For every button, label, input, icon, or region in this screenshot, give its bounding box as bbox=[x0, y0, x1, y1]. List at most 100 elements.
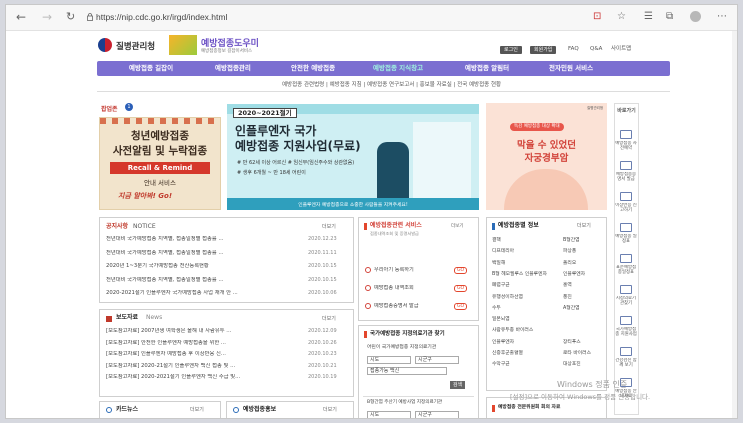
info-vaccine-item[interactable]: 인플루엔자 bbox=[492, 339, 552, 346]
clinic-search-button[interactable]: 검색 bbox=[450, 381, 465, 389]
promo-more-link[interactable]: 더보기 bbox=[323, 407, 337, 414]
flu-banner[interactable]: 2020~2021절기 인플루엔자 국가 예방접종 지원사업(무료) # 만 6… bbox=[227, 104, 479, 210]
info-vaccine-item[interactable]: 유행성이하선염 bbox=[492, 294, 552, 301]
info-vaccine-item[interactable]: 폴리오 bbox=[563, 260, 605, 267]
quick-menu-item-label[interactable]: 표준예방접종일정표 bbox=[615, 265, 637, 280]
expert-title[interactable]: 예방접종 전문위원회 회의 자료 bbox=[498, 404, 560, 412]
address-bar[interactable]: https://nip.cdc.go.kr/irgd/index.html bbox=[96, 10, 227, 24]
popup-banner[interactable]: 청년예방접종 사전알림 및 누락접종 Recall & Remind 안내 서비… bbox=[99, 117, 221, 210]
info-vaccine-item[interactable]: A형간염 bbox=[563, 305, 605, 312]
sido-select[interactable]: 시도 bbox=[367, 356, 411, 364]
info-vaccine-item[interactable]: 대상포진 bbox=[563, 361, 605, 368]
forward-icon[interactable]: → bbox=[42, 10, 52, 24]
notice-row-title[interactable]: 2020-2021절기 인플루엔자 국가예방접종 사업 재개 안 ... bbox=[106, 290, 296, 297]
info-more-link[interactable]: 더보기 bbox=[577, 223, 591, 230]
service-item-label[interactable]: 예방접종증명서 발급 bbox=[374, 303, 419, 310]
quick-menu-item-label[interactable]: 예방접종 사전예약 bbox=[615, 141, 637, 156]
service-go-button[interactable]: GO bbox=[454, 302, 467, 310]
info-vaccine-item[interactable]: 파상풍 bbox=[563, 248, 605, 255]
press-row-title[interactable]: [보도참고자료] 안전한 인플루엔자 예방접종을 위한 ... bbox=[106, 340, 302, 347]
cardnews-title[interactable]: 카드뉴스 bbox=[116, 406, 138, 414]
nav-item-civil-service[interactable]: 전자민원 서비스 bbox=[549, 61, 593, 76]
nav-item-safety[interactable]: 안전한 예방접종 bbox=[291, 61, 335, 76]
scrollbar[interactable] bbox=[732, 31, 737, 418]
clinic-option-child[interactable]: 어린이 국가예방접종 지정의료기관 bbox=[367, 344, 436, 351]
info-vaccine-item[interactable]: 수막구균 bbox=[492, 361, 552, 368]
more-menu-icon[interactable]: ⋯ bbox=[717, 11, 727, 23]
info-vaccine-item[interactable]: 일본뇌염 bbox=[492, 316, 552, 323]
cervical-banner[interactable]: 질병관리청 독감 예방접종 대상 확대 막을 수 있었던 자궁경부암 bbox=[486, 103, 607, 210]
quick-menu-item-label[interactable]: 지정의료기관찾기 bbox=[615, 296, 637, 311]
quick-menu-item-label[interactable]: 예방접종 일정표 bbox=[615, 234, 637, 249]
refresh-icon[interactable]: ↻ bbox=[66, 10, 75, 24]
quick-menu-item-label[interactable]: 건강검진 함께 보기 bbox=[615, 358, 637, 373]
press-row-title[interactable]: [보도참고자료] 2020-2021절기 인플루엔자 백신 수급 및... bbox=[106, 374, 302, 381]
info-vaccine-item[interactable]: 홍역 bbox=[563, 282, 605, 289]
info-vaccine-item[interactable]: 로타 바이러스 bbox=[563, 350, 605, 357]
faq-link[interactable]: FAQ bbox=[568, 46, 579, 53]
sitemap-link[interactable]: 사이트맵 bbox=[611, 46, 631, 53]
cardnews-more-link[interactable]: 더보기 bbox=[190, 407, 204, 414]
sido-select-2[interactable]: 시도 bbox=[367, 411, 411, 418]
nip-logo-icon[interactable] bbox=[169, 35, 197, 55]
quick-menu-item-label[interactable]: 국가예방접종 지원사업 bbox=[615, 327, 637, 342]
press-row-title[interactable]: [보도참고자료] 인플루엔자 예방접종 후 이상반응 신... bbox=[106, 351, 302, 358]
profile-avatar[interactable] bbox=[690, 11, 701, 22]
tracking-icon[interactable]: ⊡ bbox=[593, 11, 601, 23]
service-go-button[interactable]: GO bbox=[454, 266, 467, 274]
kdca-name[interactable]: 질병관리청 bbox=[116, 40, 155, 52]
info-vaccine-item[interactable]: B형 헤모필루스 인플루엔자 bbox=[492, 271, 552, 278]
kdca-logo-icon[interactable] bbox=[98, 38, 112, 52]
favorites-list-icon[interactable]: ☰ bbox=[644, 11, 653, 23]
info-vaccine-item[interactable]: 결핵 bbox=[492, 237, 552, 244]
notice-row-title[interactable]: 전년대비 국가예방접종 지역별, 접종일정별 접종률 ... bbox=[106, 277, 296, 284]
service-item-label[interactable]: 예방접종 내역조회 bbox=[374, 285, 414, 292]
info-vaccine-item[interactable]: 신증후군출혈열 bbox=[492, 350, 552, 357]
promo-title[interactable]: 예방접종홍보 bbox=[243, 406, 276, 414]
nav-item-guide[interactable]: 예방접종 길잡이 bbox=[129, 61, 173, 76]
popup-nav-icon[interactable]: 1 bbox=[125, 103, 133, 111]
service-more-link[interactable]: 더보기 bbox=[451, 223, 463, 230]
nav-item-knowledge[interactable]: 예방접종 지식창고 bbox=[373, 61, 423, 76]
service-title[interactable]: 예방접종관련 서비스 bbox=[370, 222, 422, 230]
collections-icon[interactable]: ⧉ bbox=[666, 11, 673, 23]
notice-title[interactable]: 공지사항 bbox=[106, 223, 128, 231]
sigungu-select[interactable]: 시군구 bbox=[415, 356, 459, 364]
info-title[interactable]: 예방접종별 정보 bbox=[498, 222, 539, 230]
quick-menu-item-label[interactable]: 이상반응 신고하기 bbox=[615, 203, 637, 218]
info-vaccine-item[interactable]: 인플루엔자 bbox=[563, 271, 605, 278]
sigungu-select-2[interactable]: 시군구 bbox=[415, 411, 459, 418]
info-vaccine-item[interactable]: 폐렴구균 bbox=[492, 282, 552, 289]
press-row-title[interactable]: [보도참고자료] 2007년생 여학생은 올해 내 사람유두 ... bbox=[106, 328, 302, 335]
clinic-option-hepb[interactable]: B형간염 주산기 예방사업 지정의료기관 bbox=[367, 399, 442, 406]
qna-link[interactable]: Q&A bbox=[590, 46, 602, 53]
info-vaccine-item[interactable]: B형간염 bbox=[563, 237, 605, 244]
nav-item-management[interactable]: 예방접종관리 bbox=[215, 61, 251, 76]
notice-row-title[interactable]: 2020년 1~3분기 국가예방접종 전산등록현황 bbox=[106, 263, 296, 270]
info-vaccine-item[interactable]: 백일해 bbox=[492, 260, 552, 267]
vaccine-select[interactable]: 접종가능 백신 bbox=[367, 367, 447, 375]
login-link[interactable]: 로그인 bbox=[500, 46, 522, 54]
info-vaccine-item[interactable]: 디프테리아 bbox=[492, 248, 552, 255]
service-go-button[interactable]: GO bbox=[454, 284, 467, 292]
nav-item-notice[interactable]: 예방접종 알림터 bbox=[465, 61, 509, 76]
lock-icon[interactable] bbox=[87, 13, 93, 21]
info-vaccine-item[interactable]: 사람유두종 바이러스 bbox=[492, 327, 552, 334]
clinic-title[interactable]: 국가예방접종 지정의료기관 찾기 bbox=[370, 330, 445, 338]
quick-menu-item-label[interactable]: 예방접종증명서 발급 bbox=[615, 172, 637, 187]
favorite-star-icon[interactable]: ☆ bbox=[617, 11, 626, 23]
info-vaccine-item[interactable]: 풍진 bbox=[563, 294, 605, 301]
quick-menu-item-label[interactable]: 예방접종 안내자료 bbox=[615, 389, 637, 404]
notice-more-link[interactable]: 더보기 bbox=[322, 224, 336, 231]
press-row-title[interactable]: [보도참고자료] 2020-21절기 인플루엔자 백신 접종 및 ... bbox=[106, 363, 302, 370]
info-vaccine-item[interactable]: 수두 bbox=[492, 305, 552, 312]
signup-link[interactable]: 회원가입 bbox=[530, 46, 557, 54]
press-title[interactable]: 보도자료 bbox=[116, 314, 138, 322]
service-item-label[interactable]: 우리아기 등록하기 bbox=[374, 267, 414, 274]
notice-row-title[interactable]: 전년대비 국가예방접종 지역별, 접종일정별 접종률 ... bbox=[106, 250, 296, 257]
back-icon[interactable]: ← bbox=[16, 10, 26, 24]
press-more-link[interactable]: 더보기 bbox=[322, 316, 336, 323]
notice-row-title[interactable]: 전년대비 국가예방접종 지역별, 접종일정별 접종률 ... bbox=[106, 236, 296, 243]
sub-nav[interactable]: 예방접종 관련법령 | 예방접종 지침 | 예방접종 연구보고서 | 홍보물 자… bbox=[282, 82, 501, 89]
info-vaccine-item[interactable]: 장티푸스 bbox=[563, 339, 605, 346]
